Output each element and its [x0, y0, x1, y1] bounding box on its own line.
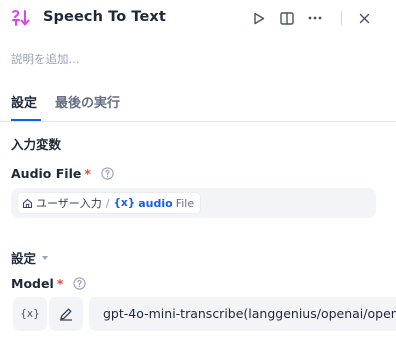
speech-to-text-icon	[11, 9, 31, 27]
required-mark: *	[84, 166, 91, 181]
model-select[interactable]: gpt-4o-mini-transcribe(langgenius/openai…	[89, 297, 396, 331]
settings-section-header[interactable]: 設定	[11, 248, 49, 267]
edit-button[interactable]	[49, 297, 83, 331]
play-icon[interactable]	[249, 8, 269, 28]
node-header: Speech To Text	[0, 0, 396, 36]
caret-down-icon	[41, 255, 49, 261]
tab-settings[interactable]: 設定	[11, 92, 37, 111]
pencil-icon	[59, 307, 73, 321]
home-icon	[22, 198, 33, 209]
variable-type: File	[175, 196, 195, 210]
required-mark: *	[56, 276, 64, 291]
header-divider	[341, 11, 342, 25]
close-icon[interactable]	[354, 8, 374, 28]
variable-icon: {x}	[20, 308, 40, 320]
book-icon[interactable]	[277, 8, 297, 28]
tab-last-run[interactable]: 最後の実行	[55, 92, 120, 111]
node-title: Speech To Text	[43, 9, 166, 25]
more-icon[interactable]	[305, 8, 325, 28]
audio-file-label: Audio File *	[11, 166, 114, 181]
variable-source: ユーザー入力	[36, 197, 102, 210]
variable-button[interactable]: {x}	[13, 297, 47, 331]
help-icon[interactable]	[101, 167, 114, 180]
variable-tag[interactable]: ユーザー入力 / {x} audio File	[17, 192, 202, 214]
variable-name: audio	[138, 196, 173, 210]
description-input[interactable]: 説明を追加...	[11, 51, 79, 67]
help-icon[interactable]	[73, 277, 86, 290]
audio-file-variable-field[interactable]: ユーザー入力 / {x} audio File	[11, 188, 376, 218]
variable-icon: {x}	[113, 197, 136, 209]
tab-bar: 設定 最後の実行	[0, 88, 396, 122]
audio-file-label-text: Audio File	[11, 166, 82, 181]
model-label-text: Model	[11, 276, 54, 291]
settings-title: 設定	[11, 251, 37, 266]
active-tab-indicator	[11, 119, 41, 121]
input-vars-title: 入力変数	[11, 137, 62, 152]
model-label: Model *	[11, 276, 86, 291]
variable-separator: /	[105, 196, 110, 210]
